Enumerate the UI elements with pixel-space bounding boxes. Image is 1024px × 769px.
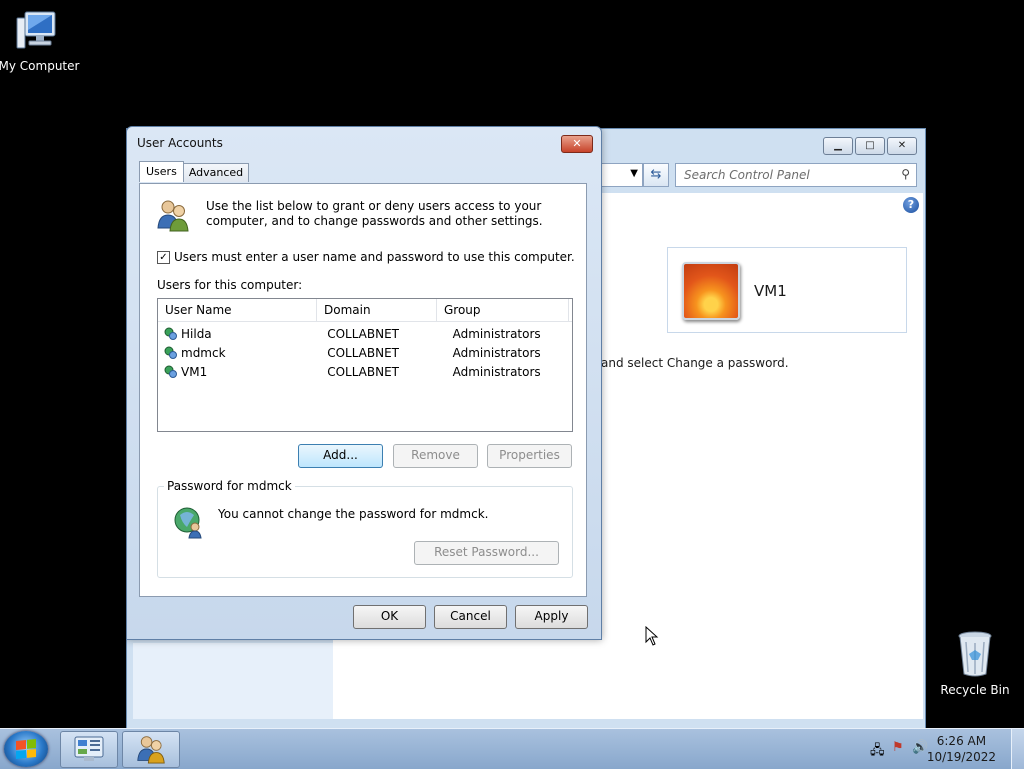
ok-button[interactable]: OK	[353, 605, 426, 629]
user-icon	[164, 327, 177, 340]
account-card[interactable]: VM1	[667, 247, 907, 333]
windows-logo-icon	[16, 738, 36, 760]
control-panel-left-pane	[133, 643, 333, 719]
require-login-label: Users must enter a user name and passwor…	[174, 250, 575, 264]
account-picture	[682, 262, 740, 320]
user-password-icon	[174, 507, 202, 539]
users-list-label: Users for this computer:	[157, 278, 303, 292]
password-message: You cannot change the password for mdmck…	[218, 507, 489, 521]
clock-time: 6:26 AM	[936, 734, 987, 748]
group-cell: Administrators	[452, 326, 541, 341]
column-header-group[interactable]: Group	[437, 299, 569, 321]
require-login-checkbox[interactable]: ✓	[157, 250, 170, 264]
close-button[interactable]: ✕	[887, 137, 917, 155]
remove-button[interactable]: Remove	[393, 444, 478, 468]
password-group-title: Password for mdmck	[164, 479, 295, 493]
help-icon[interactable]: ?	[903, 197, 919, 213]
user-name-cell: VM1	[181, 364, 208, 379]
control-panel-icon	[74, 736, 104, 761]
users-tab-panel: Use the list below to grant or deny user…	[139, 183, 587, 597]
users-list-header: User Name Domain Group	[158, 299, 572, 322]
window-controls: ▁ □ ✕	[823, 137, 917, 155]
search-placeholder: Search Control Panel	[684, 168, 810, 182]
users-icon	[137, 736, 165, 764]
system-tray: 🖧 ⚑ 🔊 6:26 AM 10/19/2022	[864, 729, 1024, 769]
table-row[interactable]: VM1 COLLABNET Administrators	[158, 362, 572, 381]
clock-date: 10/19/2022	[926, 750, 996, 764]
column-header-domain[interactable]: Domain	[317, 299, 437, 321]
recycle-bin-label: Recycle Bin	[940, 683, 1010, 697]
action-center-flag-icon[interactable]: ⚑	[892, 740, 904, 755]
network-icon[interactable]: 🖧	[870, 741, 885, 763]
reset-password-button[interactable]: Reset Password...	[414, 541, 559, 565]
mouse-cursor-icon	[645, 626, 659, 646]
search-icon: ⚲	[901, 167, 910, 181]
user-icon	[164, 365, 177, 378]
refresh-button[interactable]: ⇆	[643, 163, 669, 187]
my-computer-label: My Computer	[0, 59, 80, 73]
dialog-close-button[interactable]: ✕	[561, 135, 593, 153]
user-accounts-dialog[interactable]: User Accounts ✕ Users Advanced Use the l…	[126, 126, 602, 640]
clock[interactable]: 6:26 AM 10/19/2022	[927, 733, 996, 765]
group-cell: Administrators	[452, 345, 541, 360]
minimize-button[interactable]: ▁	[823, 137, 853, 155]
volume-icon[interactable]: 🔊	[912, 740, 928, 755]
close-icon: ✕	[572, 137, 582, 150]
search-input[interactable]: Search Control Panel ⚲	[675, 163, 917, 187]
taskbar-user-accounts-button[interactable]	[122, 731, 180, 768]
table-row[interactable]: mdmck COLLABNET Administrators	[158, 343, 572, 362]
user-name-cell: Hilda	[181, 326, 212, 341]
apply-button[interactable]: Apply	[515, 605, 588, 629]
tab-strip: Users Advanced	[139, 161, 250, 182]
chevron-down-icon: ▼	[630, 168, 638, 179]
domain-cell: COLLABNET	[327, 326, 400, 341]
computer-icon	[16, 11, 56, 49]
users-list[interactable]: User Name Domain Group Hilda COLLABNET A…	[157, 298, 573, 432]
domain-cell: COLLABNET	[327, 364, 400, 379]
address-bar-dropdown[interactable]: ▼	[601, 163, 643, 187]
account-name: VM1	[754, 282, 787, 300]
taskbar-control-panel-button[interactable]	[60, 731, 118, 768]
recycle-bin-desktop-icon[interactable]: Recycle Bin	[930, 630, 1020, 697]
refresh-icon: ⇆	[650, 167, 662, 182]
start-button[interactable]	[4, 731, 48, 767]
add-button[interactable]: Add...	[298, 444, 383, 468]
dialog-title: User Accounts	[137, 136, 223, 150]
user-icon	[164, 346, 177, 359]
cancel-button[interactable]: Cancel	[434, 605, 507, 629]
taskbar: 🖧 ⚑ 🔊 6:26 AM 10/19/2022	[0, 728, 1024, 769]
recycle-bin-icon	[958, 631, 992, 677]
group-cell: Administrators	[452, 364, 541, 379]
domain-cell: COLLABNET	[327, 345, 400, 360]
maximize-button[interactable]: □	[855, 137, 885, 155]
tab-users[interactable]: Users	[139, 161, 184, 182]
column-header-user-name[interactable]: User Name	[158, 299, 317, 321]
password-group: Password for mdmck You cannot change the…	[157, 479, 573, 578]
properties-button[interactable]: Properties	[487, 444, 572, 468]
tab-advanced[interactable]: Advanced	[182, 163, 250, 182]
instruction-text: and select Change a password.	[601, 356, 789, 370]
intro-text: Use the list below to grant or deny user…	[206, 199, 543, 228]
users-icon	[157, 200, 189, 232]
user-name-cell: mdmck	[181, 345, 226, 360]
my-computer-desktop-icon[interactable]: My Computer	[0, 10, 84, 73]
table-row[interactable]: Hilda COLLABNET Administrators	[158, 324, 572, 343]
require-login-option[interactable]: ✓ Users must enter a user name and passw…	[157, 250, 575, 264]
show-desktop-button[interactable]	[1011, 729, 1024, 769]
